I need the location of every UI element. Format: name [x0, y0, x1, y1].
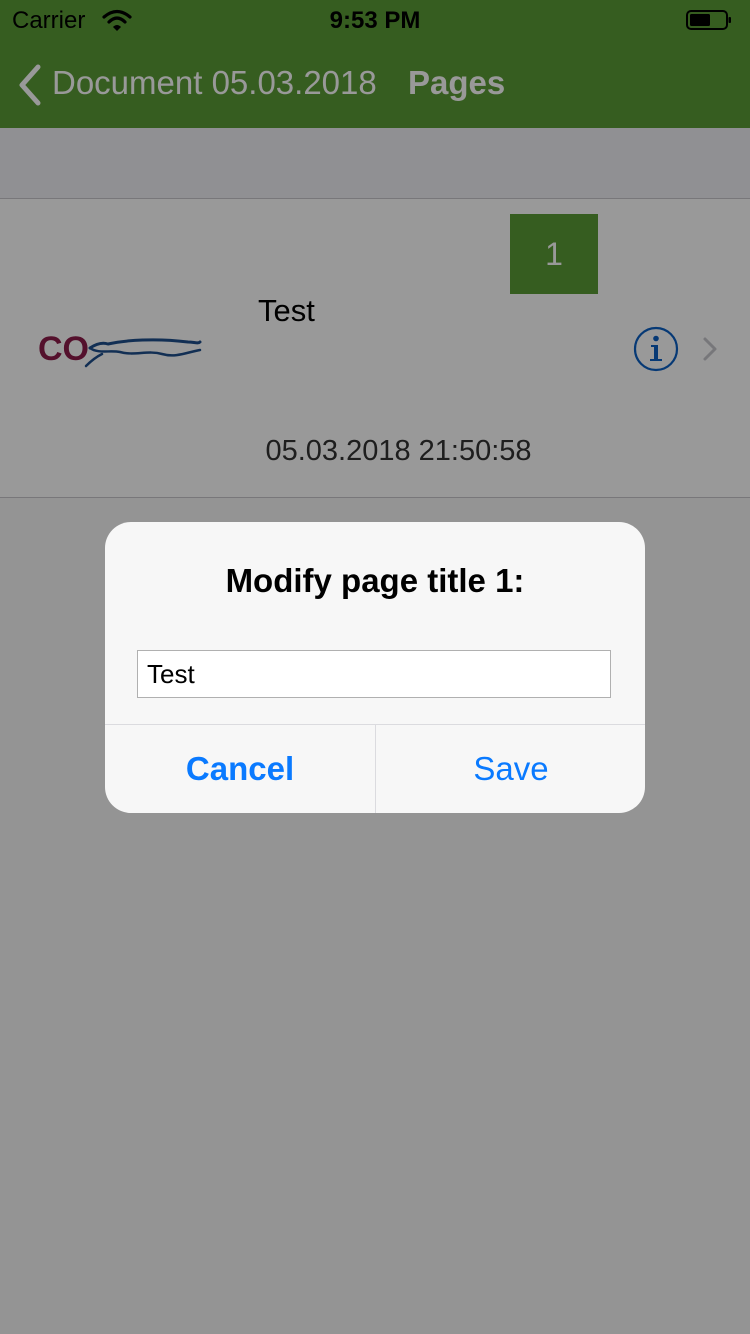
- dialog-title: Modify page title 1:: [225, 562, 525, 599]
- save-button[interactable]: Save: [376, 725, 645, 813]
- cancel-button[interactable]: Cancel: [105, 725, 375, 813]
- page-title-input[interactable]: [137, 650, 611, 698]
- modify-title-dialog: Modify page title 1: Cancel Save: [105, 522, 645, 813]
